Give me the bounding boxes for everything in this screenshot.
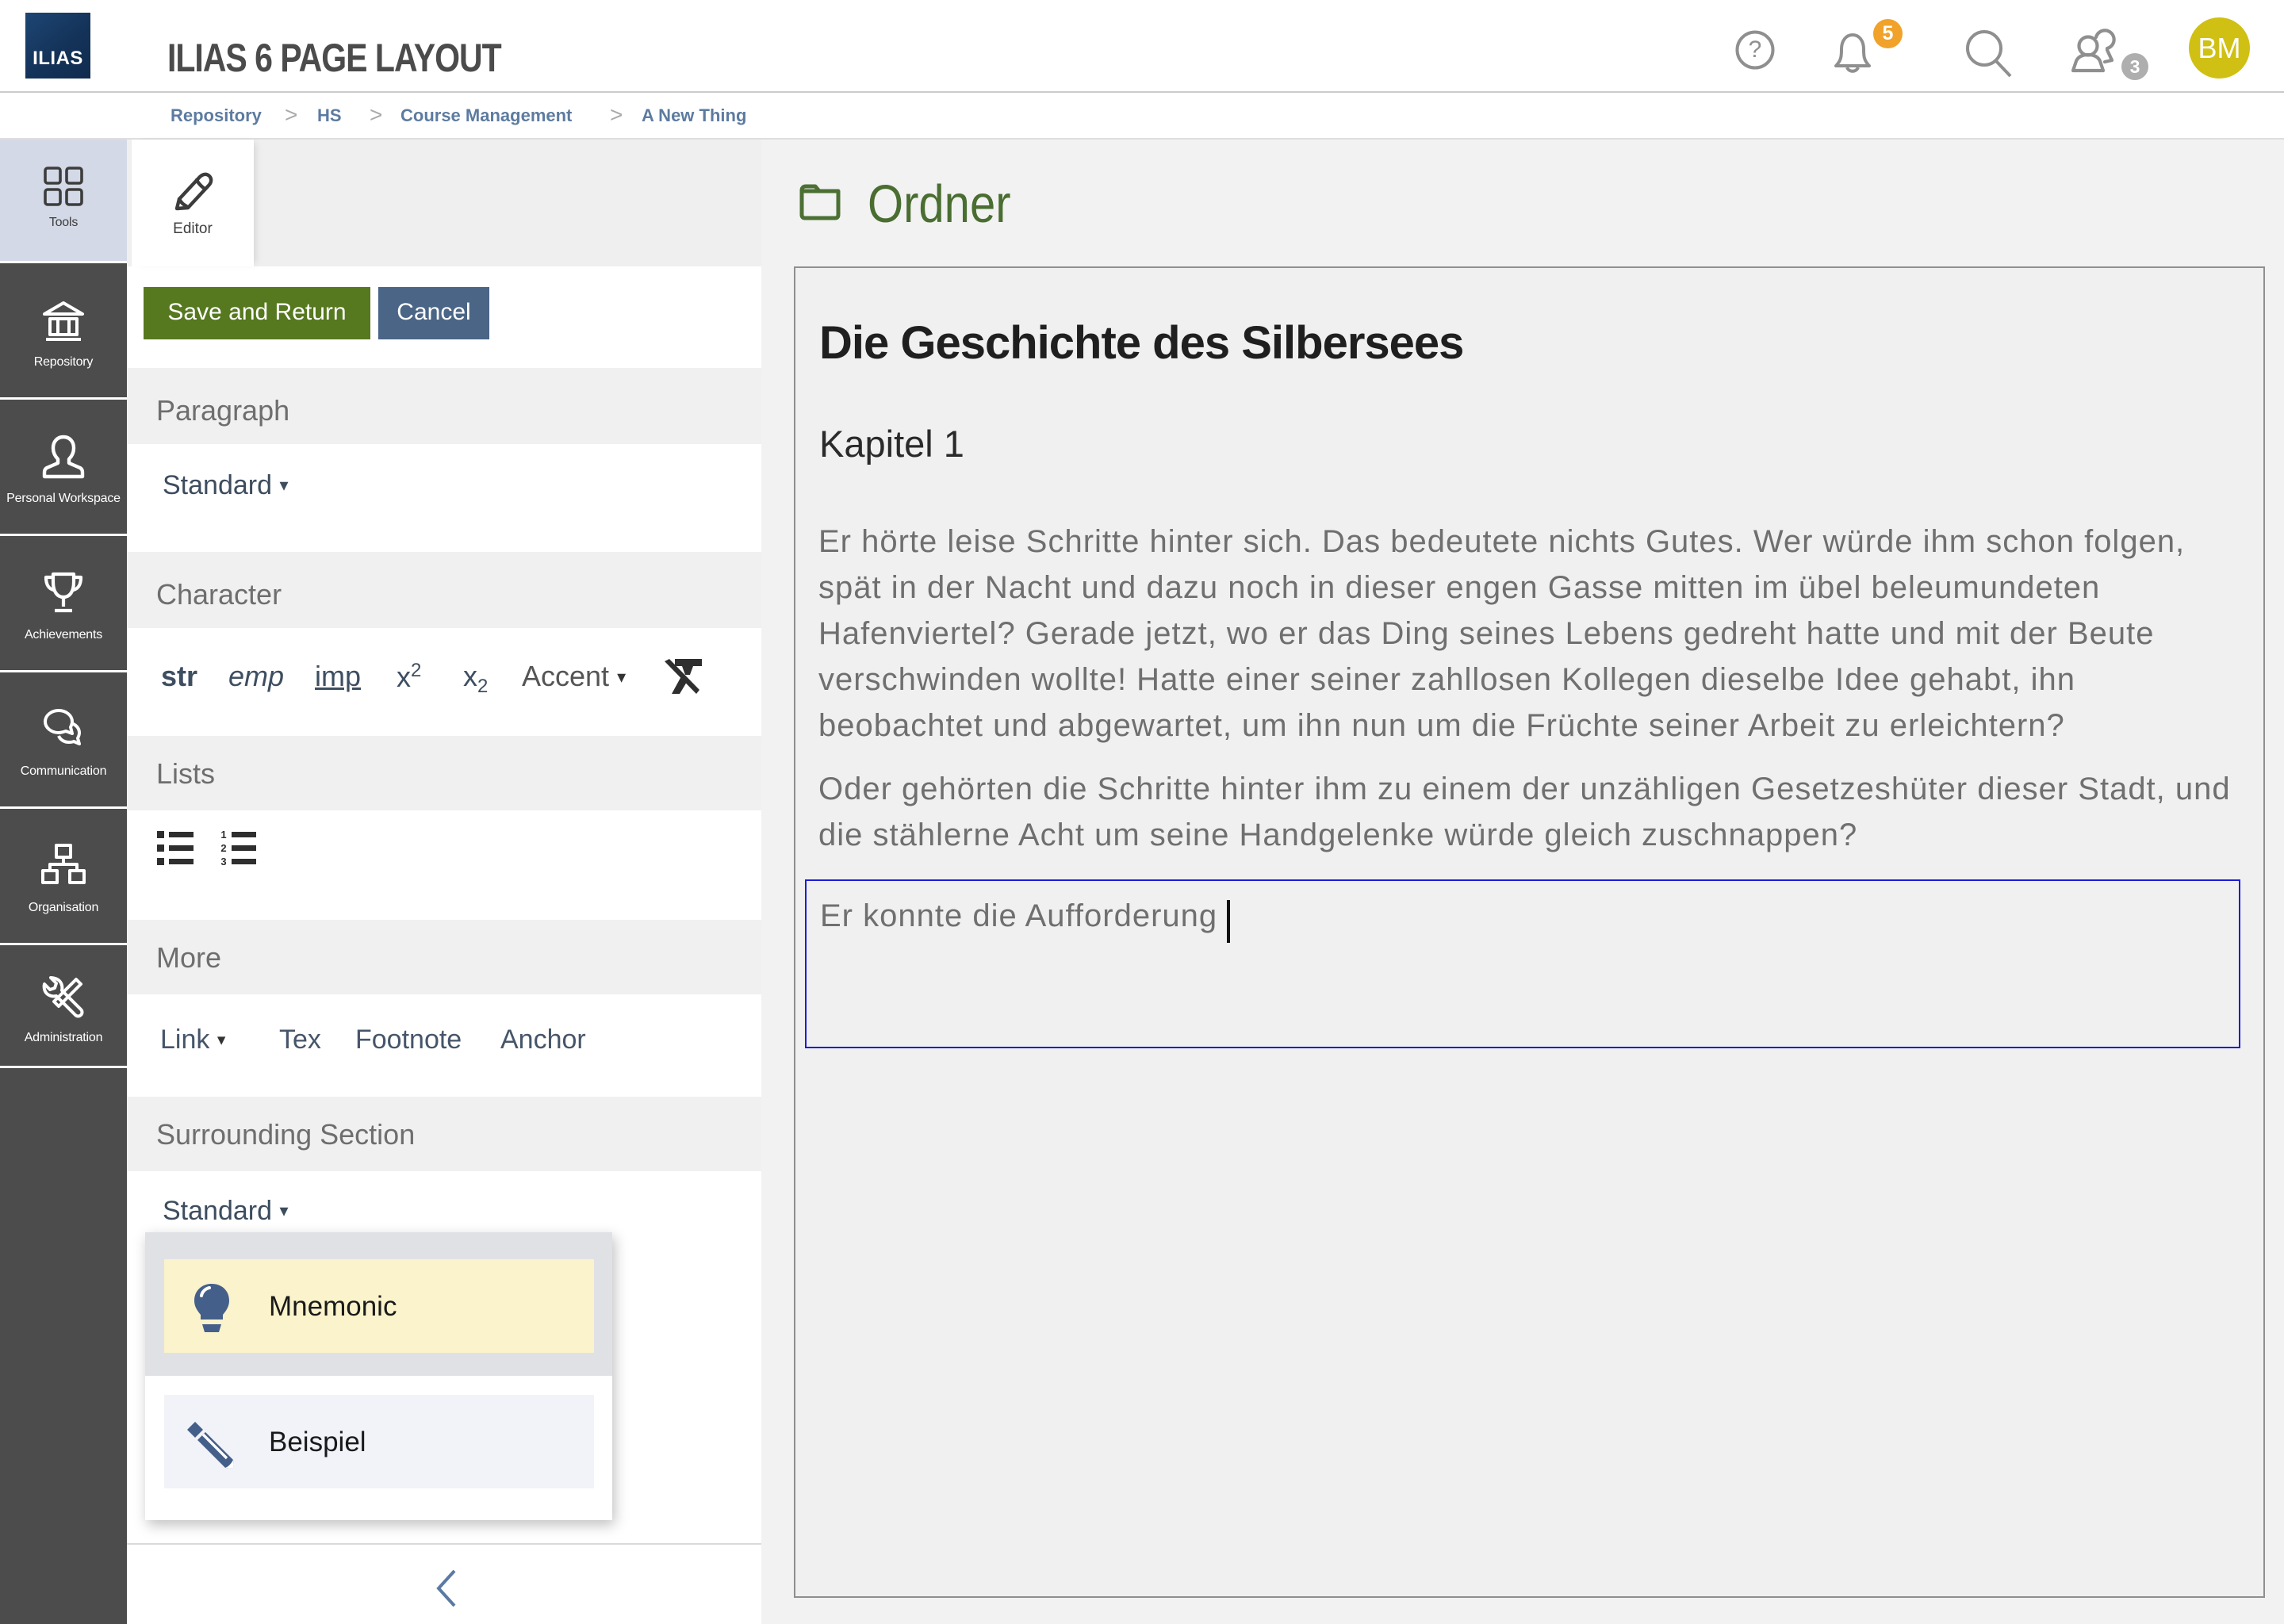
- svg-text:?: ?: [1749, 36, 1762, 63]
- svg-text:3: 3: [220, 856, 226, 866]
- svg-text:1: 1: [220, 829, 226, 841]
- svg-text:2: 2: [220, 842, 226, 854]
